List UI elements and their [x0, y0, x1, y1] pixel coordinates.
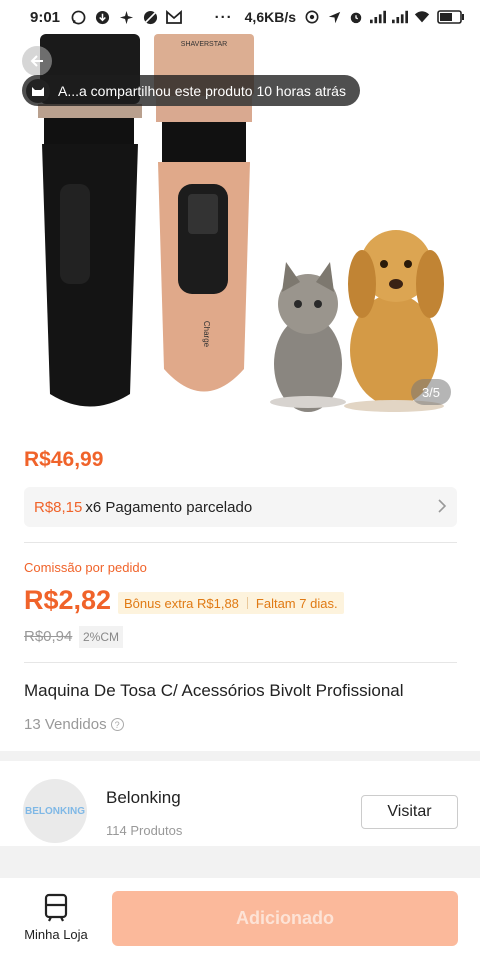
system-icons	[304, 9, 466, 25]
my-store-tab[interactable]: Minha Loja	[18, 893, 94, 942]
divider	[24, 542, 457, 543]
clipper-brand: SHAVERSTAR	[181, 41, 227, 48]
shop-name[interactable]: Belonking	[106, 788, 181, 808]
bonus-badge: Bônus extra R$1,88 Faltam 7 dias.	[118, 592, 344, 614]
whatsapp-icon	[70, 9, 86, 25]
shop-product-count: 114 Produtos	[106, 823, 183, 838]
share-text: A...a compartilhou este produto 10 horas…	[58, 82, 346, 99]
no-disturb-icon	[142, 9, 158, 25]
signal-icon	[370, 9, 386, 25]
commission-percent: 2%CM	[79, 626, 124, 648]
installment-row[interactable]: R$8,15 x6 Pagamento parcelado	[24, 487, 457, 527]
download-icon	[94, 9, 110, 25]
status-bar: 9:01 ··· 4,6KB/s	[0, 0, 480, 34]
clock: 9:01	[30, 8, 61, 26]
location-icon	[326, 9, 342, 25]
chevron-right-icon	[437, 497, 447, 518]
remaining-days: Faltam 7 dias.	[255, 595, 338, 611]
store-icon	[44, 893, 68, 922]
original-commission: R$0,94	[24, 628, 73, 645]
installment-text: x6 Pagamento parcelado	[85, 498, 253, 516]
vpn-icon	[304, 9, 320, 25]
my-store-label: Minha Loja	[24, 927, 88, 942]
sharer-avatar	[26, 78, 50, 103]
added-button[interactable]: Adicionado	[112, 891, 458, 946]
notification-icons	[70, 9, 182, 25]
section-separator	[0, 751, 480, 761]
pinwheel-icon	[118, 9, 134, 25]
signal-icon	[392, 9, 408, 25]
visit-shop-button[interactable]: Visitar	[361, 795, 458, 829]
alarm-icon	[348, 9, 364, 25]
commission-label: Comissão por pedido	[24, 560, 147, 575]
back-button[interactable]	[22, 46, 52, 76]
arrow-left-icon	[30, 55, 43, 67]
section-separator	[0, 846, 480, 878]
share-notification: A...a compartilhou este produto 10 horas…	[22, 75, 360, 106]
help-icon[interactable]: ?	[110, 718, 124, 731]
more-notifications: ···	[214, 8, 233, 26]
installment-price: R$8,15	[34, 498, 83, 516]
bonus-text: Bônus extra R$1,88	[124, 595, 239, 611]
gmail-icon	[166, 9, 182, 25]
sold-count: 13 Vendidos ?	[24, 716, 124, 733]
product-price: R$46,99	[24, 448, 104, 471]
battery-icon	[436, 9, 466, 25]
cat-icon	[32, 86, 44, 96]
wifi-icon	[414, 9, 430, 25]
product-title: Maquina De Tosa C/ Acessórios Bivolt Pro…	[24, 681, 404, 700]
commission-value: R$2,82	[24, 585, 112, 615]
shop-logo[interactable]: BELONKING	[23, 779, 87, 843]
clipper-label: Charge	[202, 321, 211, 348]
divider	[24, 662, 457, 663]
image-counter: 3/5	[411, 379, 451, 405]
network-speed: 4,6KB/s	[244, 9, 296, 25]
sold-text: 13 Vendidos	[24, 716, 107, 733]
